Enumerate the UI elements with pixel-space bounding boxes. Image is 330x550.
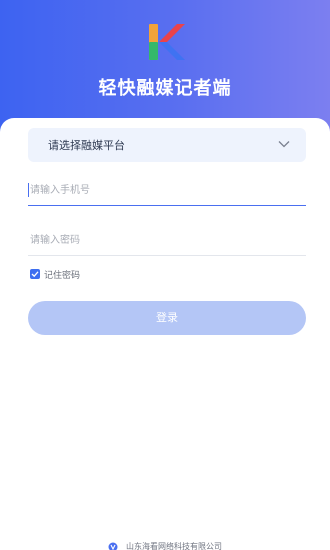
text-caret bbox=[28, 183, 29, 197]
k-logo-icon bbox=[149, 24, 185, 60]
company-logo-icon bbox=[108, 542, 118, 550]
platform-select[interactable]: 请选择融媒平台 bbox=[28, 128, 306, 162]
phone-field bbox=[28, 174, 306, 206]
remember-checkbox[interactable] bbox=[30, 269, 40, 279]
app-title: 轻快融媒记者端 bbox=[98, 78, 232, 99]
footer: 山东海看网络科技有限公司 bbox=[0, 536, 330, 550]
phone-input[interactable] bbox=[30, 180, 300, 200]
login-button[interactable]: 登录 bbox=[28, 301, 306, 335]
password-field bbox=[28, 224, 306, 256]
chevron-down-icon bbox=[278, 141, 290, 148]
platform-select-label: 请选择融媒平台 bbox=[48, 139, 125, 152]
checkmark-icon bbox=[31, 271, 39, 278]
password-input[interactable] bbox=[30, 230, 300, 250]
company-name: 山东海看网络科技有限公司 bbox=[126, 542, 223, 550]
remember-label: 记住密码 bbox=[44, 271, 81, 281]
